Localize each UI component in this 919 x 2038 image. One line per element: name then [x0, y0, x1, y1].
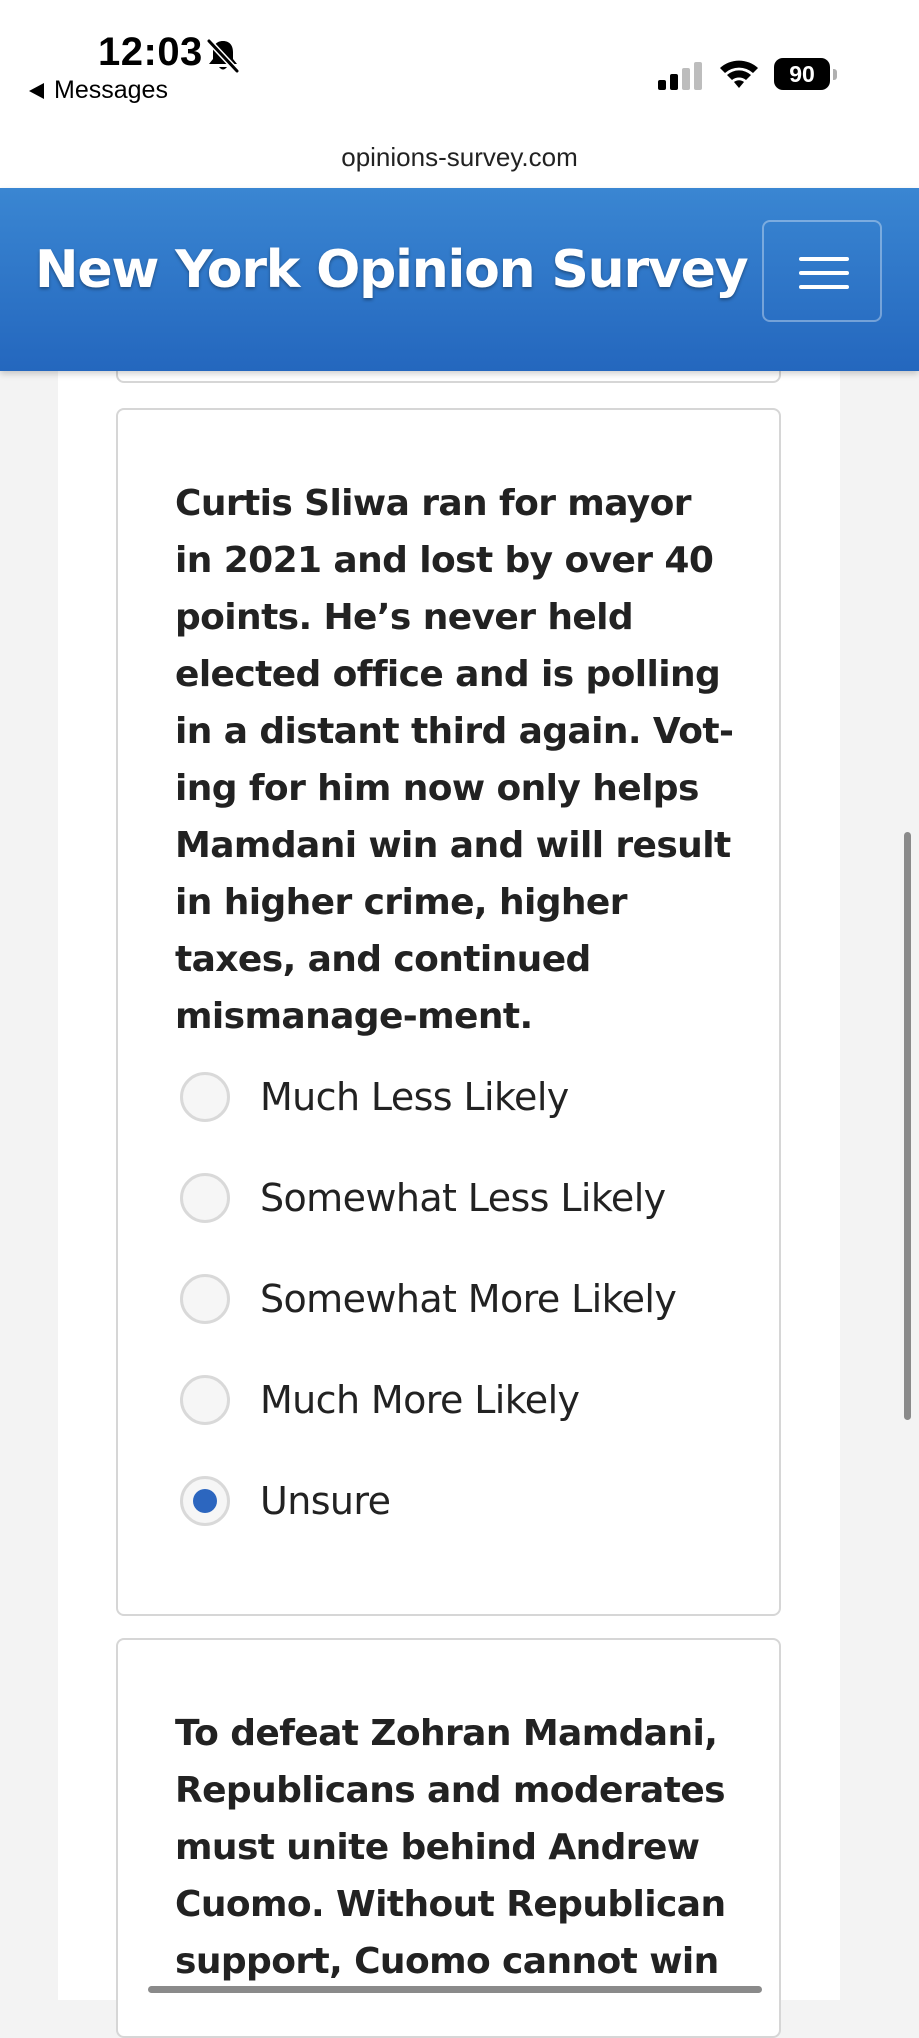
- radio-somewhat-less-likely[interactable]: [180, 1173, 230, 1223]
- question-card: Curtis Sliwa ran for mayor in 2021 and l…: [116, 408, 781, 1616]
- signal-bar: [694, 62, 702, 90]
- option-label: Somewhat More Likely: [260, 1277, 677, 1321]
- next-question-text: To defeat Zohran Mamdani, Republicans an…: [175, 1713, 726, 1982]
- option-label: Much More Likely: [260, 1378, 580, 1422]
- status-bar: 12:03 Messages 90: [0, 0, 919, 140]
- option-unsure[interactable]: Unsure: [180, 1474, 760, 1575]
- hamburger-icon: [799, 257, 849, 289]
- battery-cap: [833, 68, 837, 80]
- signal-bar: [670, 74, 678, 90]
- signal-bar: [658, 80, 666, 90]
- option-much-more-likely[interactable]: Much More Likely: [180, 1373, 760, 1474]
- answer-options: Much Less Likely Somewhat Less Likely So…: [180, 1070, 760, 1575]
- radio-much-less-likely[interactable]: [180, 1072, 230, 1122]
- back-arrow-icon: [29, 82, 44, 99]
- option-somewhat-more-likely[interactable]: Somewhat More Likely: [180, 1272, 760, 1373]
- bell-slash-icon: [206, 38, 240, 74]
- radio-much-more-likely[interactable]: [180, 1375, 230, 1425]
- cellular-signal-icon: [658, 62, 702, 90]
- battery-level: 90: [774, 58, 830, 90]
- status-time: 12:03: [98, 30, 203, 74]
- signal-bar: [682, 68, 690, 90]
- option-somewhat-less-likely[interactable]: Somewhat Less Likely: [180, 1171, 760, 1272]
- question-text: Curtis Sliwa ran for mayor in 2021 and l…: [175, 483, 734, 1037]
- battery-indicator: 90: [774, 58, 837, 90]
- menu-toggle-button[interactable]: [762, 220, 882, 322]
- back-label: Messages: [54, 76, 168, 104]
- radio-somewhat-more-likely[interactable]: [180, 1274, 230, 1324]
- vertical-scrollbar[interactable]: [904, 832, 911, 1420]
- option-label: Much Less Likely: [260, 1075, 569, 1119]
- option-label: Somewhat Less Likely: [260, 1176, 666, 1220]
- option-label: Unsure: [260, 1479, 391, 1523]
- next-question-card: To defeat Zohran Mamdani, Republicans an…: [116, 1638, 781, 2038]
- url-bar[interactable]: opinions-survey.com: [0, 140, 919, 188]
- back-to-messages[interactable]: Messages: [28, 76, 168, 105]
- home-indicator[interactable]: [148, 1986, 762, 1993]
- radio-unsure[interactable]: [180, 1476, 230, 1526]
- site-header: New York Opinion Survey: [0, 188, 919, 371]
- site-title[interactable]: New York Opinion Survey: [35, 240, 749, 300]
- wifi-icon: [720, 60, 758, 88]
- option-much-less-likely[interactable]: Much Less Likely: [180, 1070, 760, 1171]
